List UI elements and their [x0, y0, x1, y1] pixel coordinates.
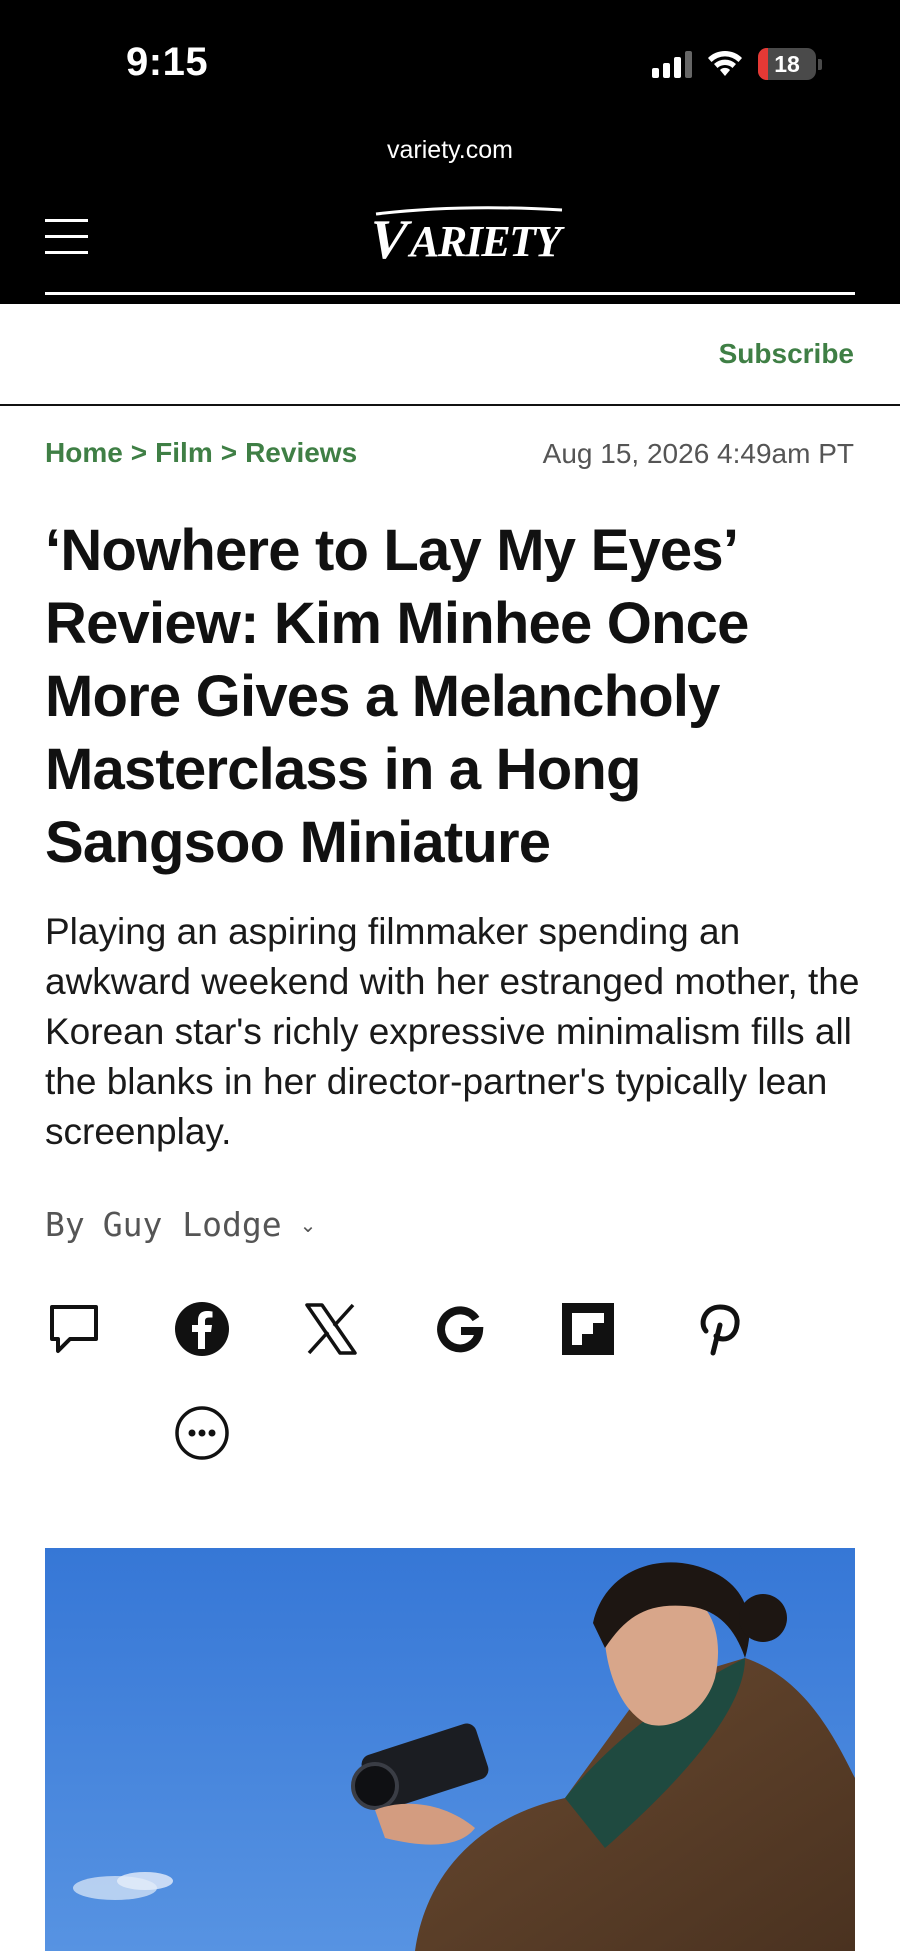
x-icon[interactable]	[302, 1300, 360, 1358]
top-bar: 9:15 18 variety.com V ARIETY	[0, 0, 900, 304]
hero-image[interactable]	[45, 1548, 855, 1951]
comment-icon[interactable]	[45, 1300, 103, 1358]
pinterest-icon[interactable]	[688, 1300, 746, 1358]
svg-text:V: V	[370, 209, 414, 266]
cellular-signal-icon	[652, 50, 692, 78]
header-divider	[45, 292, 855, 295]
variety-logo[interactable]: V ARIETY	[370, 206, 566, 266]
breadcrumb-separator: >	[130, 437, 148, 468]
hamburger-menu-icon[interactable]	[45, 219, 88, 254]
article-timestamp: Aug 15, 2026 4:49am PT	[542, 438, 854, 469]
breadcrumb: Home > Film > Reviews	[45, 437, 357, 469]
author-name[interactable]: Guy Lodge	[103, 1205, 282, 1244]
chevron-down-icon[interactable]: ⌄	[300, 1213, 317, 1237]
google-icon[interactable]	[431, 1300, 489, 1358]
hero-photo-illustration	[45, 1548, 855, 1951]
byline-prefix: By	[45, 1205, 85, 1244]
browser-url[interactable]: variety.com	[0, 136, 900, 165]
battery-icon: 18	[758, 48, 822, 80]
breadcrumb-separator: >	[220, 437, 238, 468]
subscribe-button[interactable]: Subscribe	[719, 338, 854, 370]
status-time: 9:15	[126, 40, 209, 84]
byline[interactable]: By Guy Lodge ⌄	[45, 1205, 316, 1244]
wifi-icon	[708, 50, 742, 76]
article-headline: ‘Nowhere to Lay My Eyes’ Review: Kim Min…	[45, 518, 749, 875]
breadcrumb-home[interactable]: Home	[45, 437, 123, 469]
more-icon[interactable]	[173, 1404, 231, 1462]
article-dek: Playing an aspiring filmmaker spending a…	[45, 911, 860, 1152]
facebook-icon[interactable]	[173, 1300, 231, 1358]
subscribe-bar: Subscribe	[0, 304, 900, 406]
breadcrumb-reviews[interactable]: Reviews	[245, 437, 357, 469]
svg-text:ARIETY: ARIETY	[407, 217, 566, 266]
flipboard-icon[interactable]	[559, 1300, 617, 1358]
status-icons: 18	[652, 48, 822, 80]
breadcrumb-film[interactable]: Film	[155, 437, 213, 469]
battery-level-text: 18	[774, 50, 800, 77]
